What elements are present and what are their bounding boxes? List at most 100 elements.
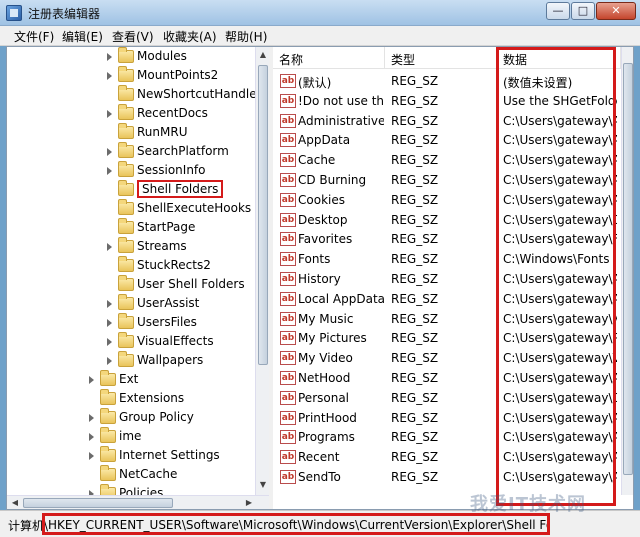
scroll-right-arrow-icon[interactable]: ▶ (243, 497, 255, 509)
tree-item-label: StartPage (137, 220, 196, 234)
tree-item[interactable]: UserAssist (7, 294, 255, 313)
minimize-button[interactable]: — (546, 2, 570, 20)
tree-item[interactable]: ShellExecuteHooks (7, 199, 255, 218)
tree-item[interactable]: NewShortcutHandlers (7, 85, 255, 104)
tree-vertical-scrollbar[interactable]: ▲ ▼ (255, 47, 269, 495)
tree-item[interactable]: SearchPlatform (7, 142, 255, 161)
expand-arrow-icon[interactable] (107, 300, 112, 308)
value-type: REG_SZ (391, 232, 439, 247)
folder-icon (118, 218, 134, 234)
tree-item[interactable]: MountPoints2 (7, 66, 255, 85)
expand-arrow-icon[interactable] (107, 148, 112, 156)
folder-icon (118, 294, 134, 310)
expand-arrow-icon[interactable] (107, 243, 112, 251)
key-tree: Modules MountPoints2 NewShortcutHandlers Re… (7, 47, 255, 509)
tree-item[interactable]: RunMRU (7, 123, 255, 142)
value-type: REG_SZ (391, 173, 439, 187)
value-name: Cookies (298, 192, 345, 207)
string-value-icon: ab (280, 430, 296, 445)
value-type: REG_SZ (391, 113, 439, 128)
tree-item[interactable]: ime (7, 427, 255, 446)
value-name: SendTo (298, 470, 341, 484)
value-name: My Music (298, 311, 354, 326)
scroll-down-arrow-icon[interactable]: ▼ (257, 479, 269, 491)
folder-icon (118, 199, 134, 215)
expand-arrow-icon[interactable] (107, 338, 112, 346)
folder-icon (118, 85, 134, 101)
tree-item[interactable]: Group Policy (7, 408, 255, 427)
expand-arrow-icon[interactable] (107, 167, 112, 175)
value-type: REG_SZ (391, 470, 439, 484)
string-value-icon: ab (280, 74, 296, 88)
expand-arrow-icon[interactable] (89, 414, 94, 422)
value-type: REG_SZ (391, 390, 439, 405)
tree-item-label: RunMRU (137, 125, 188, 139)
string-value-icon: ab (280, 153, 296, 168)
folder-icon (118, 47, 134, 63)
folder-icon (100, 389, 116, 405)
tree-item-label: ime (119, 429, 142, 443)
tree-item[interactable]: RecentDocs (7, 104, 255, 123)
tree-item[interactable]: User Shell Folders (7, 275, 255, 294)
menu-file[interactable]: 文件(F) (14, 28, 54, 45)
maximize-button[interactable]: □ (571, 2, 595, 20)
tree-item[interactable]: UsersFiles (7, 313, 255, 332)
tree-item[interactable]: Shell Folders (7, 180, 255, 199)
expand-arrow-icon[interactable] (107, 53, 112, 61)
tree-item[interactable]: Extensions (7, 389, 255, 408)
menu-bar: 文件(F) 编辑(E) 查看(V) 收藏夹(A) 帮助(H) (0, 26, 640, 46)
string-value-icon: ab (280, 311, 296, 326)
tree-item[interactable]: StuckRects2 (7, 256, 255, 275)
string-value-icon: ab (280, 272, 296, 286)
string-value-icon: ab (280, 450, 296, 465)
expand-arrow-icon[interactable] (107, 357, 112, 365)
folder-icon (118, 161, 134, 177)
expand-arrow-icon[interactable] (107, 110, 112, 118)
menu-favorites[interactable]: 收藏夹(A) (163, 28, 217, 45)
value-name: Personal (298, 390, 350, 405)
tree-item-label: Streams (137, 239, 187, 253)
expand-arrow-icon[interactable] (107, 72, 112, 80)
menu-edit[interactable]: 编辑(E) (62, 28, 103, 45)
tree-item-label: NewShortcutHandlers (137, 87, 255, 101)
scroll-left-arrow-icon[interactable]: ◀ (9, 497, 21, 509)
folder-icon (100, 427, 116, 443)
tree-item[interactable]: VisualEffects (7, 332, 255, 351)
folder-icon (118, 275, 134, 291)
tree-item-label: VisualEffects (137, 334, 214, 348)
tree-item[interactable]: Ext (7, 370, 255, 389)
column-header-name[interactable]: 名称 (273, 47, 385, 69)
expand-arrow-icon[interactable] (89, 433, 94, 441)
expand-arrow-icon[interactable] (107, 319, 112, 327)
menu-view[interactable]: 查看(V) (112, 28, 154, 45)
close-button[interactable]: ✕ (596, 2, 636, 20)
tree-hscroll-thumb[interactable] (23, 498, 173, 508)
tree-item[interactable]: Internet Settings (7, 446, 255, 465)
tree-horizontal-scrollbar[interactable]: ◀ ▶ (7, 495, 269, 509)
string-value-icon: ab (280, 470, 296, 484)
expand-arrow-icon[interactable] (89, 452, 94, 460)
value-name: NetHood (298, 371, 351, 385)
scroll-up-arrow-icon[interactable]: ▲ (257, 49, 269, 61)
column-header-type[interactable]: 类型 (385, 47, 497, 69)
tree-item-label: UsersFiles (137, 315, 197, 329)
values-vertical-scrollbar[interactable] (621, 47, 633, 495)
values-scroll-thumb[interactable] (623, 63, 633, 475)
value-type: REG_SZ (391, 351, 439, 366)
folder-icon (100, 370, 116, 386)
value-type: REG_SZ (391, 311, 439, 326)
string-value-icon: ab (280, 93, 296, 108)
tree-item[interactable]: Streams (7, 237, 255, 256)
value-name: Cache (298, 153, 336, 168)
value-type: REG_SZ (391, 331, 439, 346)
tree-item[interactable]: NetCache (7, 465, 255, 484)
tree-item[interactable]: Modules (7, 47, 255, 66)
tree-item[interactable]: SessionInfo (7, 161, 255, 180)
tree-item[interactable]: Wallpapers (7, 351, 255, 370)
tree-item[interactable]: StartPage (7, 218, 255, 237)
value-name: AppData (298, 133, 351, 148)
tree-scroll-thumb[interactable] (258, 65, 268, 365)
menu-help[interactable]: 帮助(H) (225, 28, 267, 45)
expand-arrow-icon[interactable] (89, 376, 94, 384)
string-value-icon: ab (280, 173, 296, 187)
